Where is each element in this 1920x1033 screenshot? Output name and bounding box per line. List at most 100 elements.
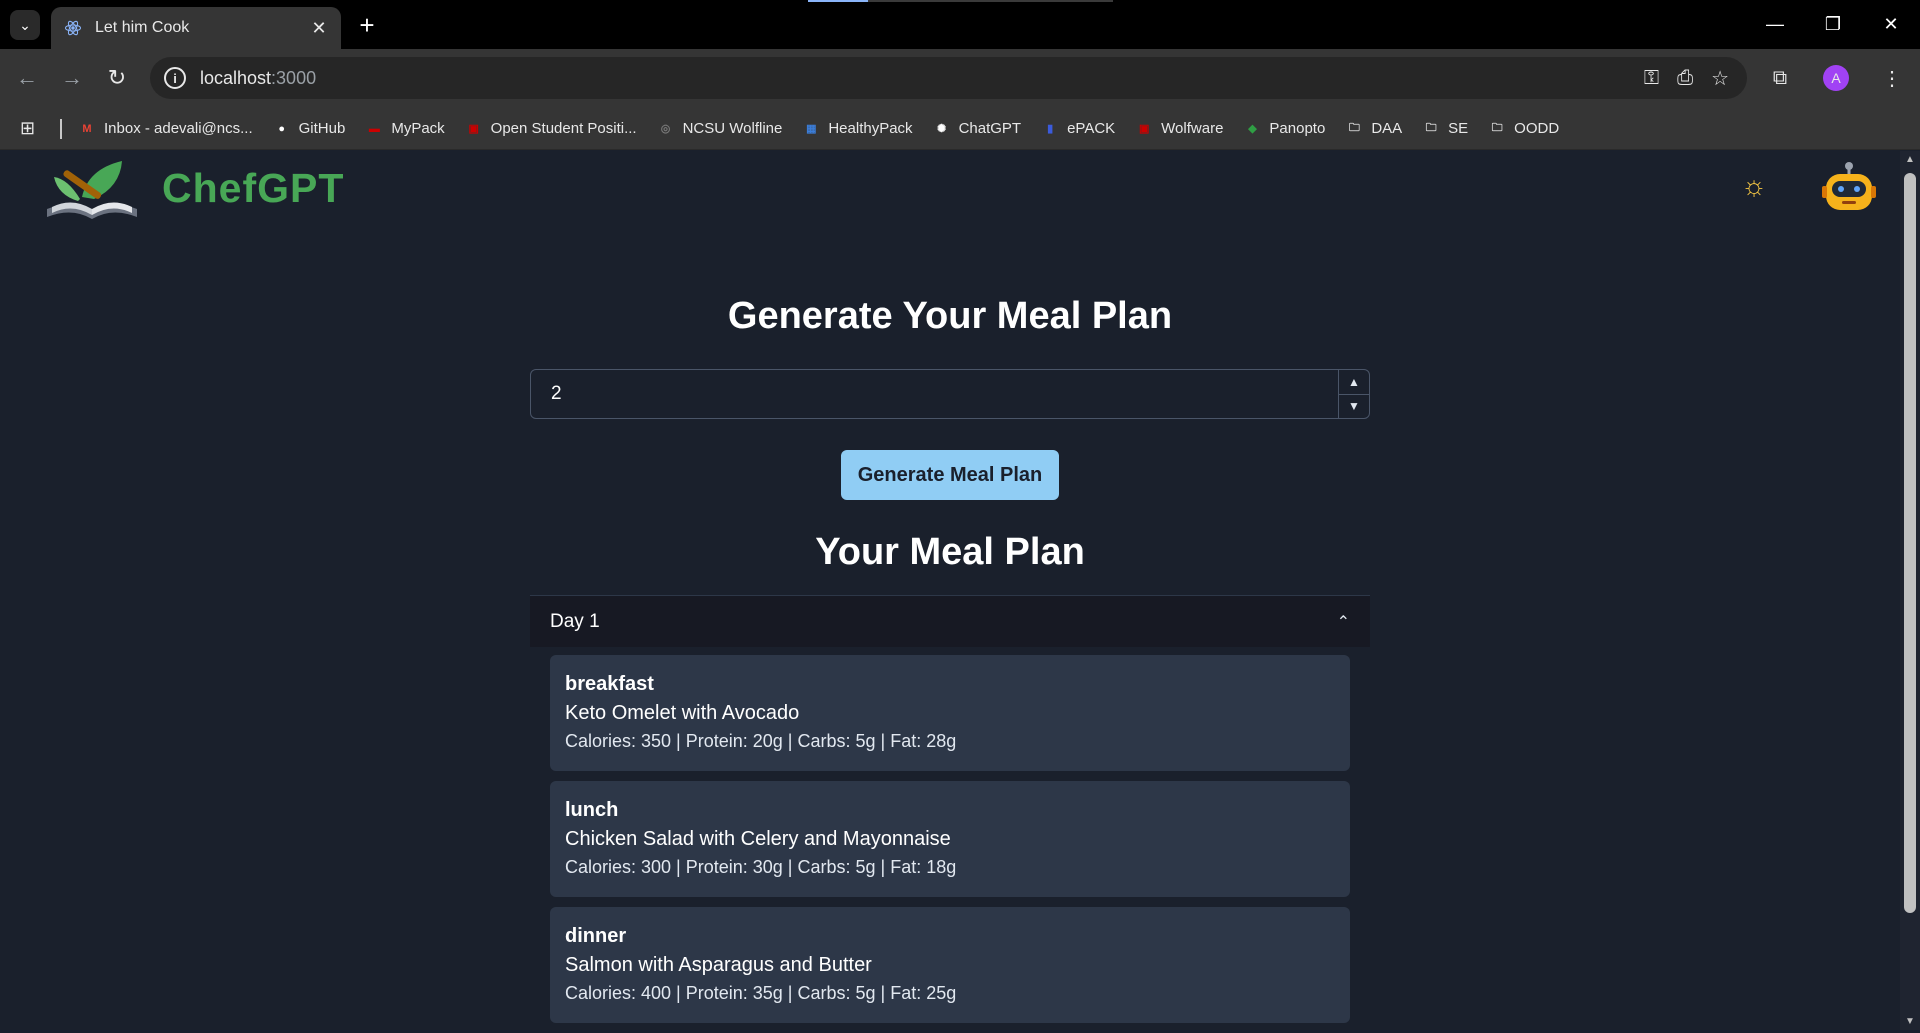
bookmark-label: Wolfware <box>1161 120 1224 137</box>
site-info-icon[interactable]: i <box>164 67 186 89</box>
bookmark-item[interactable]: ▬ MyPack <box>365 120 445 138</box>
generate-meal-plan-button[interactable]: Generate Meal Plan <box>841 450 1059 500</box>
bookmark-list: M Inbox - adevali@ncs... ● GitHub ▬ MyPack ▣ Op… <box>78 120 1579 138</box>
days-number-input[interactable]: 2 ▲ ▼ <box>530 369 1370 419</box>
chatgpt-icon: ✺ <box>936 123 947 135</box>
panopto-icon: ◆ <box>1248 123 1257 135</box>
day-1-accordion-header[interactable]: Day 1 ⌃ <box>530 596 1370 647</box>
days-stepper[interactable]: ▲ ▼ <box>1338 370 1369 418</box>
scroll-thumb[interactable] <box>1904 173 1916 913</box>
bookmark-item[interactable]: ● GitHub <box>273 120 346 138</box>
bookmark-item[interactable]: ◎ NCSU Wolfline <box>657 120 783 138</box>
bookmark-label: HealthyPack <box>828 120 913 137</box>
minimize-icon[interactable]: — <box>1746 0 1804 49</box>
meal-plan-heading: Your Meal Plan <box>815 531 1085 573</box>
bookmark-label: MyPack <box>391 120 445 137</box>
wolfline-icon: ◎ <box>660 123 671 135</box>
profile-avatar[interactable]: A <box>1823 65 1849 91</box>
bookmark-label: ePACK <box>1067 120 1116 137</box>
bookmark-star-icon[interactable]: ☆ <box>1711 66 1729 91</box>
mypack-icon: ▬ <box>368 122 380 135</box>
browser-tab[interactable]: Let him Cook ✕ <box>51 7 341 49</box>
tab-search-icon[interactable]: ⌄ <box>10 10 40 40</box>
bookmark-label: GitHub <box>298 120 346 137</box>
bookmark-item[interactable]: ▣ Open Student Positi... <box>465 120 637 138</box>
meal-type: dinner <box>565 925 627 947</box>
reload-icon[interactable]: ↻ <box>102 63 132 93</box>
app-root: ChefGPT ☼ Generate Your Meal Plan 2 ▲ ▼ … <box>0 151 1900 1030</box>
bookmark-item[interactable]: ◆ Panopto <box>1243 120 1325 138</box>
folder-icon: 🗀 <box>1491 122 1503 134</box>
chefgpt-logo-icon <box>47 161 137 219</box>
extensions-icon[interactable]: ⧉ <box>1752 67 1808 90</box>
ncsu-icon: ▣ <box>468 123 479 135</box>
meal-type: lunch <box>565 799 619 821</box>
theme-toggle-sun-icon[interactable]: ☼ <box>1737 169 1771 203</box>
bookmark-item[interactable]: ▣ Wolfware <box>1135 120 1223 138</box>
decrement-arrow-icon[interactable]: ▼ <box>1339 395 1369 419</box>
meal-name: Salmon with Asparagus and Butter <box>565 954 872 976</box>
react-icon <box>63 18 83 38</box>
tab-title: Let him Cook <box>95 19 190 36</box>
omnibox-actions: ⚿ ⎙ ☆ <box>1644 57 1729 99</box>
window-controls: — ❐ ✕ <box>1746 0 1920 49</box>
bookmark-label: DAA <box>1371 120 1403 137</box>
tab-strip-indicator <box>808 0 1113 2</box>
github-icon: ● <box>278 122 285 135</box>
back-icon[interactable]: ← <box>12 63 42 93</box>
meal-card-lunch: lunch Chicken Salad with Celery and Mayo… <box>550 781 1350 897</box>
forward-icon[interactable]: → <box>57 63 87 93</box>
new-tab-icon[interactable]: + <box>352 10 382 40</box>
password-key-icon[interactable]: ⚿ <box>1644 67 1659 90</box>
wolfware-icon: ▣ <box>1138 123 1150 135</box>
day-accordion: Day 1 ⌃ breakfast Keto Omelet with Avoca… <box>530 595 1370 1033</box>
meal-name: Keto Omelet with Avocado <box>565 702 800 724</box>
url-text[interactable]: localhost:3000 <box>200 68 316 89</box>
tab-close-icon[interactable]: ✕ <box>309 18 329 39</box>
browser-tab-bar: ⌄ Let him Cook ✕ + — ❐ ✕ <box>0 0 1920 49</box>
meal-macros: Calories: 400 | Protein: 35g | Carbs: 5g… <box>565 983 957 1003</box>
bookmark-item[interactable]: 🗀 SE <box>1422 120 1469 138</box>
bookmarks-separator <box>60 118 62 139</box>
bookmark-label: Open Student Positi... <box>490 120 637 137</box>
apps-grid-icon[interactable]: ⊞ <box>20 118 44 139</box>
brand-name[interactable]: ChefGPT <box>162 165 344 212</box>
bookmark-item[interactable]: M Inbox - adevali@ncs... <box>78 120 253 138</box>
days-input-value[interactable]: 2 <box>531 383 1338 405</box>
meal-type: breakfast <box>565 673 654 695</box>
bookmark-item[interactable]: ▮ ePACK <box>1041 120 1115 138</box>
folder-icon: 🗀 <box>1348 122 1360 134</box>
chatbot-robot-icon[interactable] <box>1820 159 1878 217</box>
bookmark-item[interactable]: ▦ HealthyPack <box>802 120 912 138</box>
restore-icon[interactable]: ❐ <box>1804 0 1862 49</box>
close-window-icon[interactable]: ✕ <box>1862 0 1920 49</box>
meal-card-dinner: dinner Salmon with Asparagus and Butter … <box>550 907 1350 1023</box>
bookmark-item[interactable]: 🗀 OODD <box>1488 120 1560 138</box>
bookmark-label: SE <box>1448 120 1469 137</box>
chevron-up-icon[interactable]: ⌃ <box>1337 612 1350 632</box>
bookmark-label: Panopto <box>1269 120 1326 137</box>
day-label: Day 1 <box>550 610 600 632</box>
menu-kebab-icon[interactable]: ⋮ <box>1864 66 1920 91</box>
bookmark-label: ChatGPT <box>958 120 1022 137</box>
healthypack-icon: ▦ <box>806 123 817 135</box>
scroll-up-arrow-icon[interactable]: ▲ <box>1900 154 1920 165</box>
install-app-icon[interactable]: ⎙ <box>1677 67 1693 90</box>
bookmark-label: OODD <box>1514 120 1560 137</box>
increment-arrow-icon[interactable]: ▲ <box>1339 370 1369 395</box>
bookmark-label: NCSU Wolfline <box>682 120 783 137</box>
epack-icon: ▮ <box>1047 123 1054 135</box>
meal-macros: Calories: 350 | Protein: 20g | Carbs: 5g… <box>565 731 957 751</box>
page-scrollbar[interactable]: ▲ ▼ <box>1900 151 1920 1030</box>
browser-toolbar: ← → ↻ i localhost:3000 ⚿ ⎙ ☆ ⧉ A ⋮ <box>0 49 1920 108</box>
scroll-down-arrow-icon[interactable]: ▼ <box>1900 1016 1920 1027</box>
meal-macros: Calories: 300 | Protein: 30g | Carbs: 5g… <box>565 857 957 877</box>
day-1-meals: breakfast Keto Omelet with Avocado Calor… <box>530 647 1370 1023</box>
bookmark-label: Inbox - adevali@ncs... <box>104 120 253 137</box>
bookmark-item[interactable]: ✺ ChatGPT <box>933 120 1022 138</box>
meal-card-breakfast: breakfast Keto Omelet with Avocado Calor… <box>550 655 1350 771</box>
toolbar-right: ⧉ A ⋮ <box>1752 57 1920 99</box>
address-bar[interactable]: i localhost:3000 ⚿ ⎙ ☆ <box>150 57 1747 99</box>
bookmark-item[interactable]: 🗀 DAA <box>1345 120 1402 138</box>
meal-name: Chicken Salad with Celery and Mayonnaise <box>565 828 951 850</box>
